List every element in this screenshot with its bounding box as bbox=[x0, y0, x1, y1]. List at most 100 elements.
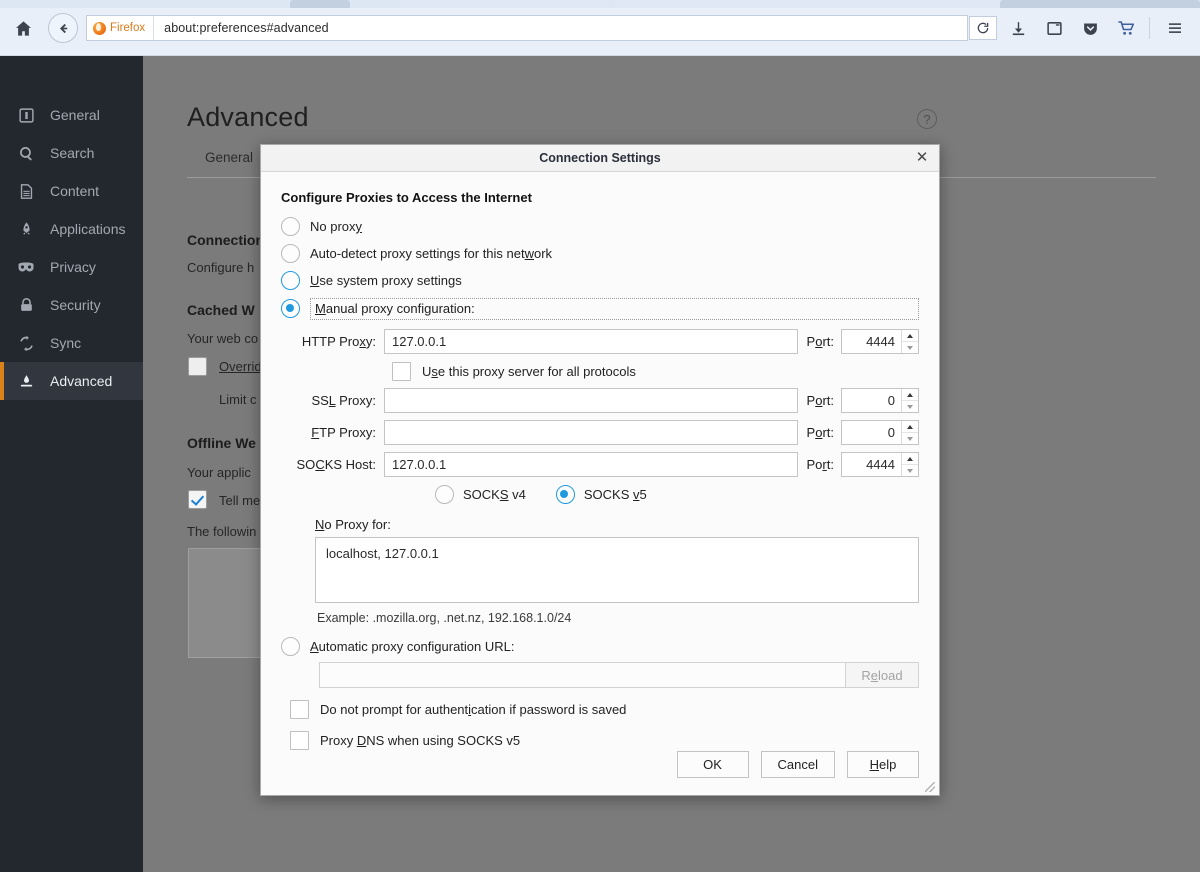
sidebar-item-search[interactable]: Search bbox=[0, 134, 143, 172]
row-proxy-dns[interactable]: Proxy DNS when using SOCKS v5 bbox=[281, 731, 919, 750]
security-lock-icon bbox=[16, 295, 36, 315]
http-port-spin-buttons[interactable] bbox=[901, 330, 918, 353]
tab-general[interactable]: General bbox=[187, 142, 271, 173]
http-port-stepper[interactable]: 4444 bbox=[841, 329, 919, 354]
offline-web-heading: Offline We bbox=[187, 435, 256, 451]
radio-auto-detect[interactable] bbox=[281, 244, 300, 263]
advanced-icon bbox=[16, 371, 36, 391]
row-no-prompt-auth[interactable]: Do not prompt for authentication if pass… bbox=[281, 700, 919, 719]
no-proxy-for-textarea[interactable]: localhost, 127.0.0.1 bbox=[315, 537, 919, 603]
spinner-up-icon[interactable] bbox=[902, 421, 918, 433]
socks-host-input[interactable]: 127.0.0.1 bbox=[384, 452, 798, 477]
radio-row-pac[interactable]: Automatic proxy configuration URL: bbox=[281, 637, 919, 656]
hamburger-menu-icon[interactable] bbox=[1158, 11, 1192, 45]
no-prompt-auth-checkbox[interactable] bbox=[290, 700, 309, 719]
proxy-dns-label: Proxy DNS when using SOCKS v5 bbox=[320, 733, 520, 748]
proxy-dns-checkbox[interactable] bbox=[290, 731, 309, 750]
socks-port-spin-buttons[interactable] bbox=[901, 453, 918, 476]
spinner-up-icon[interactable] bbox=[902, 330, 918, 342]
ftp-port-value[interactable]: 0 bbox=[842, 421, 901, 444]
socks-port-value[interactable]: 4444 bbox=[842, 453, 901, 476]
spinner-down-icon[interactable] bbox=[902, 401, 918, 412]
tell-me-checkbox[interactable] bbox=[188, 490, 207, 509]
radio-row-no-proxy[interactable]: No proxy bbox=[281, 213, 919, 240]
radio-row-auto-detect[interactable]: Auto-detect proxy settings for this netw… bbox=[281, 240, 919, 267]
radio-manual-proxy[interactable] bbox=[281, 299, 300, 318]
socks-port-stepper[interactable]: 4444 bbox=[841, 452, 919, 477]
firefox-logo-icon bbox=[93, 22, 106, 35]
sidebar-item-general[interactable]: General bbox=[0, 96, 143, 134]
tab-partial[interactable] bbox=[400, 0, 610, 8]
radio-label-socks-v5: SOCKS v5 bbox=[584, 487, 647, 502]
url-bar[interactable]: Firefox about:preferences#advanced bbox=[86, 15, 968, 41]
shopping-cart-icon[interactable] bbox=[1109, 11, 1143, 45]
back-arrow-icon[interactable] bbox=[48, 13, 78, 43]
tab-partial[interactable] bbox=[615, 0, 1005, 8]
ssl-port-value[interactable]: 0 bbox=[842, 389, 901, 412]
radio-row-manual[interactable]: Manual proxy configuration: bbox=[281, 295, 919, 322]
ok-button[interactable]: OK bbox=[677, 751, 749, 778]
sidebar-item-sync[interactable]: Sync bbox=[0, 324, 143, 362]
field-row-ssl-proxy: SSL Proxy: Port: 0 bbox=[281, 388, 919, 413]
connection-description: Configure h bbox=[187, 260, 254, 275]
help-question-icon[interactable]: ? bbox=[917, 109, 937, 129]
chrome-bottom-edge bbox=[0, 48, 1200, 56]
tab-partial[interactable] bbox=[1000, 0, 1200, 8]
url-brand-label: Firefox bbox=[110, 22, 145, 34]
override-cache-checkbox[interactable] bbox=[188, 357, 207, 376]
connection-settings-dialog: Connection Settings ✕ Configure Proxies … bbox=[260, 144, 940, 796]
http-proxy-input[interactable]: 127.0.0.1 bbox=[384, 329, 798, 354]
sidebar-item-label: General bbox=[50, 107, 100, 123]
reload-icon[interactable] bbox=[969, 16, 997, 40]
radio-no-proxy[interactable] bbox=[281, 217, 300, 236]
sidebar-item-privacy[interactable]: Privacy bbox=[0, 248, 143, 286]
sidebar-item-label: Advanced bbox=[50, 373, 112, 389]
navigation-toolbar: Firefox about:preferences#advanced bbox=[0, 8, 1200, 48]
sidebar-item-applications[interactable]: Applications bbox=[0, 210, 143, 248]
ssl-proxy-input[interactable] bbox=[384, 388, 798, 413]
radio-socks-v5[interactable] bbox=[556, 485, 575, 504]
spinner-down-icon[interactable] bbox=[902, 465, 918, 476]
radio-socks-v4[interactable] bbox=[435, 485, 454, 504]
tab-strip[interactable] bbox=[0, 0, 1200, 8]
pac-reload-button[interactable]: Reload bbox=[846, 662, 919, 688]
downloads-icon[interactable] bbox=[1001, 11, 1035, 45]
ssl-port-stepper[interactable]: 0 bbox=[841, 388, 919, 413]
http-port-value[interactable]: 4444 bbox=[842, 330, 901, 353]
url-input[interactable]: about:preferences#advanced bbox=[154, 21, 329, 35]
pac-url-input[interactable] bbox=[319, 662, 846, 688]
offline-web-description: Your applic bbox=[187, 465, 251, 480]
sidebar-item-security[interactable]: Security bbox=[0, 286, 143, 324]
ftp-port-spin-buttons[interactable] bbox=[901, 421, 918, 444]
close-x-icon[interactable]: ✕ bbox=[913, 149, 931, 167]
pocket-icon[interactable] bbox=[1073, 11, 1107, 45]
home-icon[interactable] bbox=[4, 9, 42, 47]
sidebar-item-content[interactable]: Content bbox=[0, 172, 143, 210]
tab-partial[interactable] bbox=[290, 0, 350, 8]
field-row-ftp-proxy: FTP Proxy: Port: 0 bbox=[281, 420, 919, 445]
spinner-down-icon[interactable] bbox=[902, 342, 918, 353]
help-button[interactable]: Help bbox=[847, 751, 919, 778]
ssl-port-spin-buttons[interactable] bbox=[901, 389, 918, 412]
sidebar-icon[interactable] bbox=[1037, 11, 1071, 45]
all-protocols-label: Use this proxy server for all protocols bbox=[422, 364, 636, 379]
radio-label-manual-proxy: Manual proxy configuration: bbox=[310, 298, 919, 320]
radio-row-use-system[interactable]: Use system proxy settings bbox=[281, 267, 919, 294]
ftp-proxy-input[interactable] bbox=[384, 420, 798, 445]
spinner-down-icon[interactable] bbox=[902, 433, 918, 444]
sidebar-item-advanced[interactable]: Advanced bbox=[0, 362, 143, 400]
tell-me-label: Tell me bbox=[219, 493, 260, 508]
toolbar-divider bbox=[1149, 17, 1150, 39]
ftp-port-stepper[interactable]: 0 bbox=[841, 420, 919, 445]
dialog-resize-grip[interactable] bbox=[925, 782, 935, 792]
search-icon bbox=[16, 143, 36, 163]
cancel-button[interactable]: Cancel bbox=[761, 751, 835, 778]
row-all-protocols[interactable]: Use this proxy server for all protocols bbox=[281, 362, 919, 381]
all-protocols-checkbox[interactable] bbox=[392, 362, 411, 381]
url-brand-chip: Firefox bbox=[87, 16, 154, 40]
spinner-up-icon[interactable] bbox=[902, 389, 918, 401]
radio-automatic-proxy-config[interactable] bbox=[281, 637, 300, 656]
spinner-up-icon[interactable] bbox=[902, 453, 918, 465]
radio-use-system-proxy[interactable] bbox=[281, 271, 300, 290]
ftp-proxy-label: FTP Proxy: bbox=[281, 425, 384, 440]
